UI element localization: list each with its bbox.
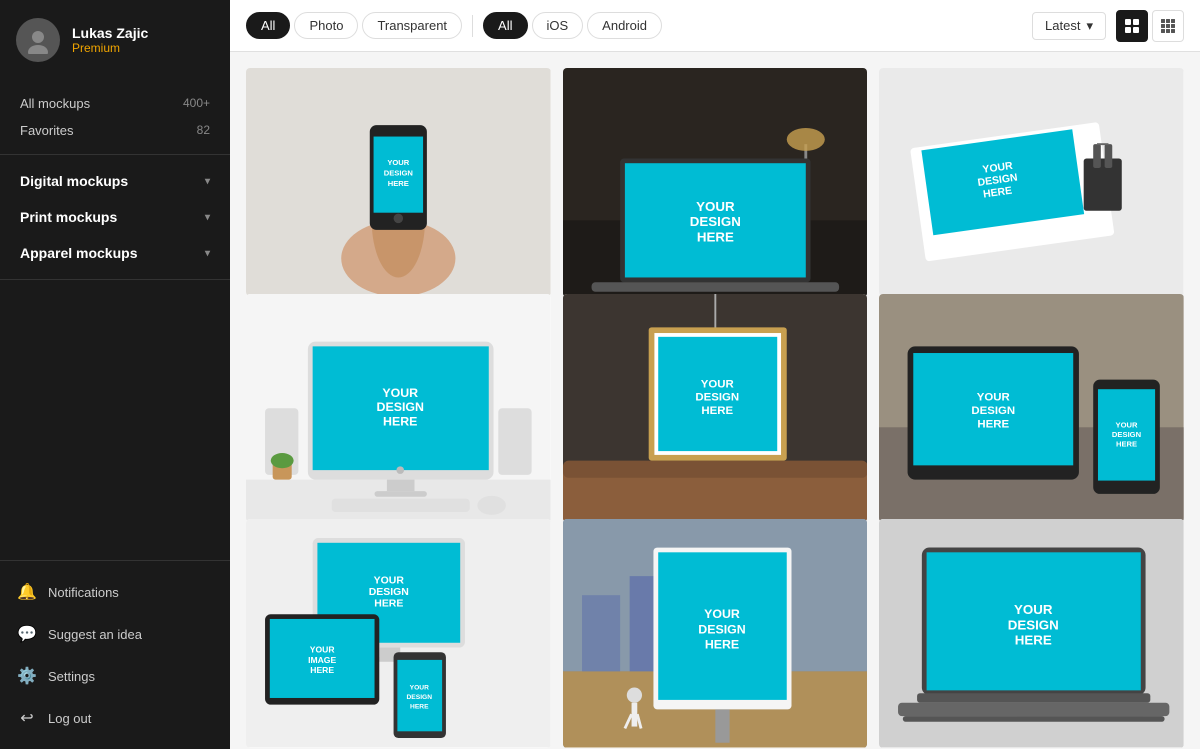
mockup-card[interactable]: YOUR DESIGN HERE: [563, 294, 868, 523]
mockup-card[interactable]: YOUR DESIGN HERE: [879, 68, 1184, 296]
chat-icon: 💬: [16, 623, 38, 645]
sidebar-bottom: 🔔 Notifications 💬 Suggest an idea ⚙️ Set…: [0, 560, 230, 749]
svg-text:HERE: HERE: [410, 704, 429, 711]
filter-transparent[interactable]: Transparent: [362, 12, 462, 39]
notifications-item[interactable]: 🔔 Notifications: [0, 571, 230, 613]
svg-text:HERE: HERE: [696, 229, 733, 244]
svg-text:HERE: HERE: [388, 179, 409, 188]
filter-photo[interactable]: Photo: [294, 12, 358, 39]
list-view-button[interactable]: [1152, 10, 1184, 42]
filter-all-device[interactable]: All: [483, 12, 527, 39]
mockup-card[interactable]: YOUR DESIGN HERE YOUR DESIGN HERE: [879, 294, 1184, 522]
mockup-grid: YOUR DESIGN HERE YOUR DESIGN HERE: [230, 52, 1200, 749]
sidebar-favorites[interactable]: Favorites 82: [0, 117, 230, 144]
mockup-card[interactable]: YOUR DESIGN HERE: [563, 519, 868, 748]
sort-dropdown[interactable]: Latest ▾: [1032, 12, 1106, 40]
sidebar-digital-mockups[interactable]: Digital mockups ▾: [0, 163, 230, 199]
mockup-card[interactable]: YOUR DESIGN HERE YOUR IMAGE HERE YOUR DE…: [246, 519, 551, 747]
view-toggle: [1116, 10, 1184, 42]
svg-text:YOUR: YOUR: [382, 385, 418, 399]
mockup-card[interactable]: YOUR DESIGN HERE: [246, 68, 551, 296]
svg-text:HERE: HERE: [701, 405, 733, 417]
svg-text:HERE: HERE: [1116, 439, 1137, 448]
chevron-down-icon: ▾: [205, 212, 210, 223]
filter-group: All Photo Transparent All iOS Android: [246, 12, 662, 39]
sidebar-apparel-mockups[interactable]: Apparel mockups ▾: [0, 235, 230, 271]
svg-text:HERE: HERE: [383, 414, 417, 428]
svg-text:DESIGN: DESIGN: [689, 214, 740, 229]
svg-text:HERE: HERE: [704, 638, 738, 652]
chevron-down-icon: ▾: [205, 176, 210, 187]
main-content: All Photo Transparent All iOS Android La…: [230, 0, 1200, 749]
svg-text:HERE: HERE: [310, 666, 334, 676]
svg-text:YOUR: YOUR: [704, 607, 740, 621]
svg-text:YOUR: YOUR: [387, 158, 409, 167]
filter-ios[interactable]: iOS: [532, 12, 584, 39]
svg-text:YOUR: YOUR: [374, 576, 405, 587]
svg-text:YOUR: YOUR: [700, 378, 733, 390]
filter-android[interactable]: Android: [587, 12, 662, 39]
sidebar: Lukas Zajic Premium All mockups 400+ Fav…: [0, 0, 230, 749]
mockup-card[interactable]: YOUR DESIGN HERE: [879, 519, 1184, 747]
filter-separator: [472, 15, 473, 37]
svg-text:DESIGN: DESIGN: [407, 694, 433, 701]
svg-text:HERE: HERE: [374, 599, 403, 610]
svg-text:HERE: HERE: [978, 418, 1010, 430]
grid-view-button[interactable]: [1116, 10, 1148, 42]
settings-item[interactable]: ⚙️ Settings: [0, 655, 230, 697]
svg-text:YOUR: YOUR: [1014, 603, 1053, 618]
svg-text:DESIGN: DESIGN: [695, 391, 739, 403]
svg-text:DESIGN: DESIGN: [1112, 429, 1141, 438]
suggest-idea-item[interactable]: 💬 Suggest an idea: [0, 613, 230, 655]
svg-text:YOUR: YOUR: [1116, 420, 1138, 429]
svg-text:HERE: HERE: [1015, 633, 1052, 648]
svg-text:YOUR: YOUR: [410, 685, 429, 692]
gear-icon: ⚙️: [16, 665, 38, 687]
bell-icon: 🔔: [16, 581, 38, 603]
svg-text:DESIGN: DESIGN: [384, 169, 413, 178]
user-name: Lukas Zajic: [72, 25, 148, 41]
chevron-down-icon: ▾: [205, 248, 210, 259]
avatar: [16, 18, 60, 62]
mockup-card[interactable]: YOUR DESIGN HERE: [246, 294, 551, 522]
filter-all-type[interactable]: All: [246, 12, 290, 39]
logout-icon: ↩: [16, 707, 38, 729]
svg-text:YOUR: YOUR: [977, 391, 1010, 403]
logout-item[interactable]: ↩ Log out: [0, 697, 230, 739]
sidebar-header: Lukas Zajic Premium: [0, 0, 230, 80]
sidebar-stats: All mockups 400+ Favorites 82: [0, 80, 230, 155]
chevron-down-icon: ▾: [1086, 18, 1093, 34]
svg-text:DESIGN: DESIGN: [1008, 618, 1059, 633]
sidebar-print-mockups[interactable]: Print mockups ▾: [0, 199, 230, 235]
svg-text:DESIGN: DESIGN: [972, 405, 1016, 417]
svg-text:DESIGN: DESIGN: [369, 587, 409, 598]
svg-text:DESIGN: DESIGN: [377, 400, 424, 414]
svg-text:IMAGE: IMAGE: [308, 655, 336, 665]
user-info: Lukas Zajic Premium: [72, 25, 148, 55]
user-badge: Premium: [72, 41, 148, 55]
sidebar-all-mockups[interactable]: All mockups 400+: [0, 90, 230, 117]
topbar-right: Latest ▾: [1032, 10, 1184, 42]
mockup-card[interactable]: YOUR DESIGN HERE: [563, 68, 868, 297]
sidebar-categories: Digital mockups ▾ Print mockups ▾ Appare…: [0, 155, 230, 280]
topbar: All Photo Transparent All iOS Android La…: [230, 0, 1200, 52]
sort-label: Latest: [1045, 18, 1080, 33]
svg-text:YOUR: YOUR: [696, 199, 735, 214]
svg-text:YOUR: YOUR: [310, 645, 335, 655]
svg-text:DESIGN: DESIGN: [698, 623, 745, 637]
